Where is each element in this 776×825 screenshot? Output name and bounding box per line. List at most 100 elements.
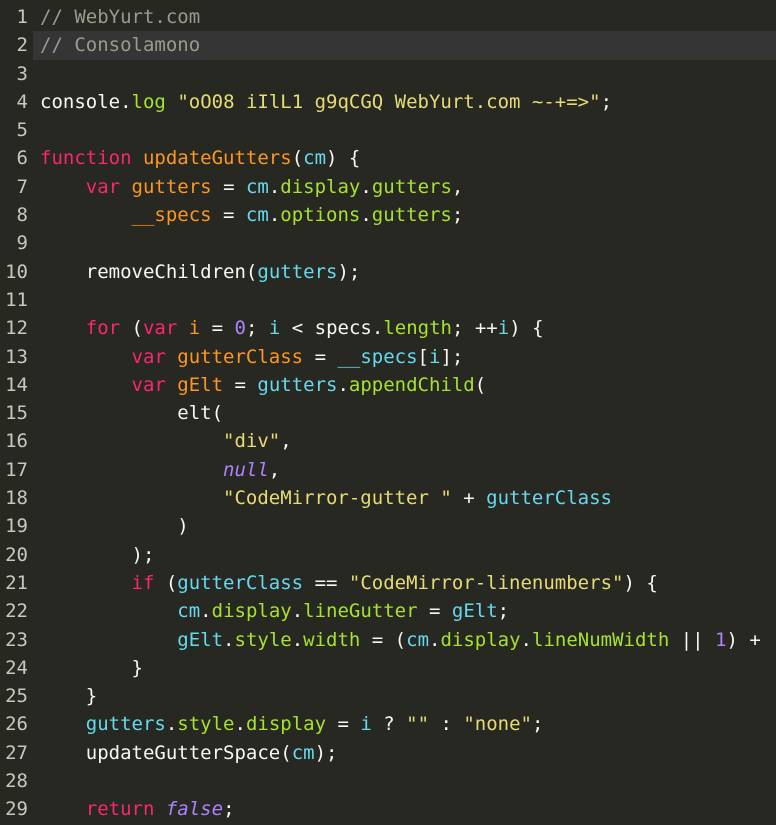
line-number[interactable]: 19 [0,512,28,540]
line-content[interactable]: // Consolamono [40,34,200,56]
line-content[interactable]: gElt.style.width = (cm.display.lineNumWi… [40,629,761,651]
line-content[interactable]: __specs = cm.options.gutters; [40,204,464,227]
code-line[interactable]: 27 updateGutterSpace(cm); [0,739,776,767]
code-token: . [520,628,532,651]
line-number[interactable]: 16 [0,427,28,455]
code-editor[interactable]: 1 // WebYurt.com 2 // Consolamono 3 4 console.… [0,0,776,825]
code-line[interactable]: 8 __specs = cm.options.gutters; [0,201,776,229]
line-content[interactable]: // WebYurt.com [40,6,200,28]
code-line[interactable]: 29 return false; [0,795,776,823]
code-line[interactable]: 13 var gutterClass = __specs[i]; [0,343,776,371]
code-token: function [40,147,132,170]
code-token: cm [303,147,327,170]
line-number[interactable]: 29 [0,795,28,823]
code-line[interactable]: 6 function updateGutters(cm) { [0,144,776,172]
code-line[interactable]: 7 var gutters = cm.display.gutters, [0,173,776,201]
line-number[interactable]: 23 [0,626,28,654]
line-number[interactable]: 3 [0,60,28,88]
code-token: lineNumWidth [532,628,670,651]
line-number[interactable]: 8 [0,201,28,229]
line-number[interactable]: 17 [0,456,28,484]
line-content[interactable]: for (var i = 0; i < specs.length; ++i) { [40,317,544,339]
line-number[interactable]: 15 [0,399,28,427]
line-content[interactable]: var gElt = gutters.appendChild( [40,373,487,396]
line-number[interactable]: 1 [0,3,28,31]
line-number[interactable]: 11 [0,286,28,314]
line-content[interactable]: if (gutterClass == "CodeMirror-linenumbe… [40,572,658,594]
code-line[interactable]: 20 ); [0,541,776,569]
code-token: ; [532,713,544,736]
line-number[interactable]: 12 [0,314,28,342]
code-token: . [291,628,304,651]
line-number[interactable]: 14 [0,371,28,399]
code-line[interactable]: 2 // Consolamono [0,31,776,60]
line-number[interactable]: 7 [0,173,28,201]
code-token: "div" [223,430,281,453]
line-number[interactable]: 18 [0,484,28,512]
line-content[interactable]: return false; [40,798,235,820]
line-number[interactable]: 4 [0,88,28,116]
code-line[interactable]: 19 ) [0,512,776,540]
line-number[interactable]: 20 [0,541,28,569]
line-number[interactable]: 6 [0,144,28,172]
code-line[interactable]: 9 [0,229,776,257]
line-number[interactable]: 26 [0,710,28,738]
code-line[interactable]: 10 removeChildren(gutters); [0,258,776,286]
code-line[interactable]: 21 if (gutterClass == "CodeMirror-linenu… [0,569,776,597]
code-line[interactable]: 23 gElt.style.width = (cm.display.lineNu… [0,626,776,654]
code-line[interactable]: 11 [0,286,776,314]
code-token: cm [245,204,269,227]
line-content[interactable]: gutters.style.display = i ? "" : "none"; [40,713,544,736]
code-line[interactable]: 12 for (var i = 0; i < specs.length; ++i… [0,314,776,342]
code-line[interactable]: 17 null, [0,456,776,484]
code-line[interactable]: 15 elt( [0,399,776,427]
line-number[interactable]: 13 [0,343,28,371]
code-token: width [303,628,361,651]
code-token: : [429,713,464,736]
line-content[interactable]: removeChildren(gutters); [40,260,361,283]
line-number[interactable]: 22 [0,597,28,625]
line-content[interactable]: } [40,685,97,707]
code-line[interactable]: 28 [0,767,776,795]
line-content[interactable]: console.log "oO08 iIlL1 g9qCGQ WebYurt.c… [40,91,612,113]
line-content[interactable]: null, [40,459,280,481]
code-token: ( [120,317,143,340]
code-line[interactable]: 3 [0,60,776,88]
code-token: ( [245,260,258,283]
code-line[interactable]: 16 "div", [0,427,776,455]
line-number[interactable]: 25 [0,682,28,710]
line-number[interactable]: 24 [0,654,28,682]
line-content[interactable]: var gutters = cm.display.gutters, [40,176,464,198]
code-line[interactable]: 26 gutters.style.display = i ? "" : "non… [0,710,776,738]
code-line[interactable]: 1 // WebYurt.com [0,3,776,31]
line-content[interactable]: updateGutterSpace(cm); [40,742,338,764]
code-line[interactable]: 14 var gElt = gutters.appendChild( [0,371,776,399]
line-content[interactable]: ); [40,544,155,566]
code-line[interactable]: 24 } [0,654,776,682]
code-token: i [268,317,281,340]
line-content[interactable]: var gutterClass = __specs[i]; [40,346,464,368]
line-content[interactable]: cm.display.lineGutter = gElt; [40,600,509,622]
line-content[interactable]: "CodeMirror-gutter " + gutterClass [40,487,612,509]
code-line[interactable]: 22 cm.display.lineGutter = gElt; [0,597,776,625]
line-content[interactable]: function updateGutters(cm) { [40,147,360,169]
line-number[interactable]: 9 [0,229,28,257]
line-number[interactable]: 10 [0,258,28,286]
line-number[interactable]: 5 [0,116,28,144]
code-line[interactable]: 5 [0,116,776,144]
line-number[interactable]: 2 [0,31,28,59]
line-number[interactable]: 27 [0,739,28,767]
line-number[interactable]: 28 [0,767,28,795]
line-content[interactable]: ) [40,515,188,537]
code-line[interactable]: 25 } [0,682,776,710]
code-line[interactable]: 4 console.log "oO08 iIlL1 g9qCGQ WebYurt.… [0,88,776,116]
code-line[interactable]: 18 "CodeMirror-gutter " + gutterClass [0,484,776,512]
line-content[interactable]: "div", [40,430,292,452]
code-token: var [131,373,166,396]
line-content[interactable]: elt( [40,402,223,424]
code-token: "CodeMirror-linenumbers" [348,571,624,594]
line-number[interactable]: 21 [0,569,28,597]
line-content[interactable]: } [40,657,143,679]
